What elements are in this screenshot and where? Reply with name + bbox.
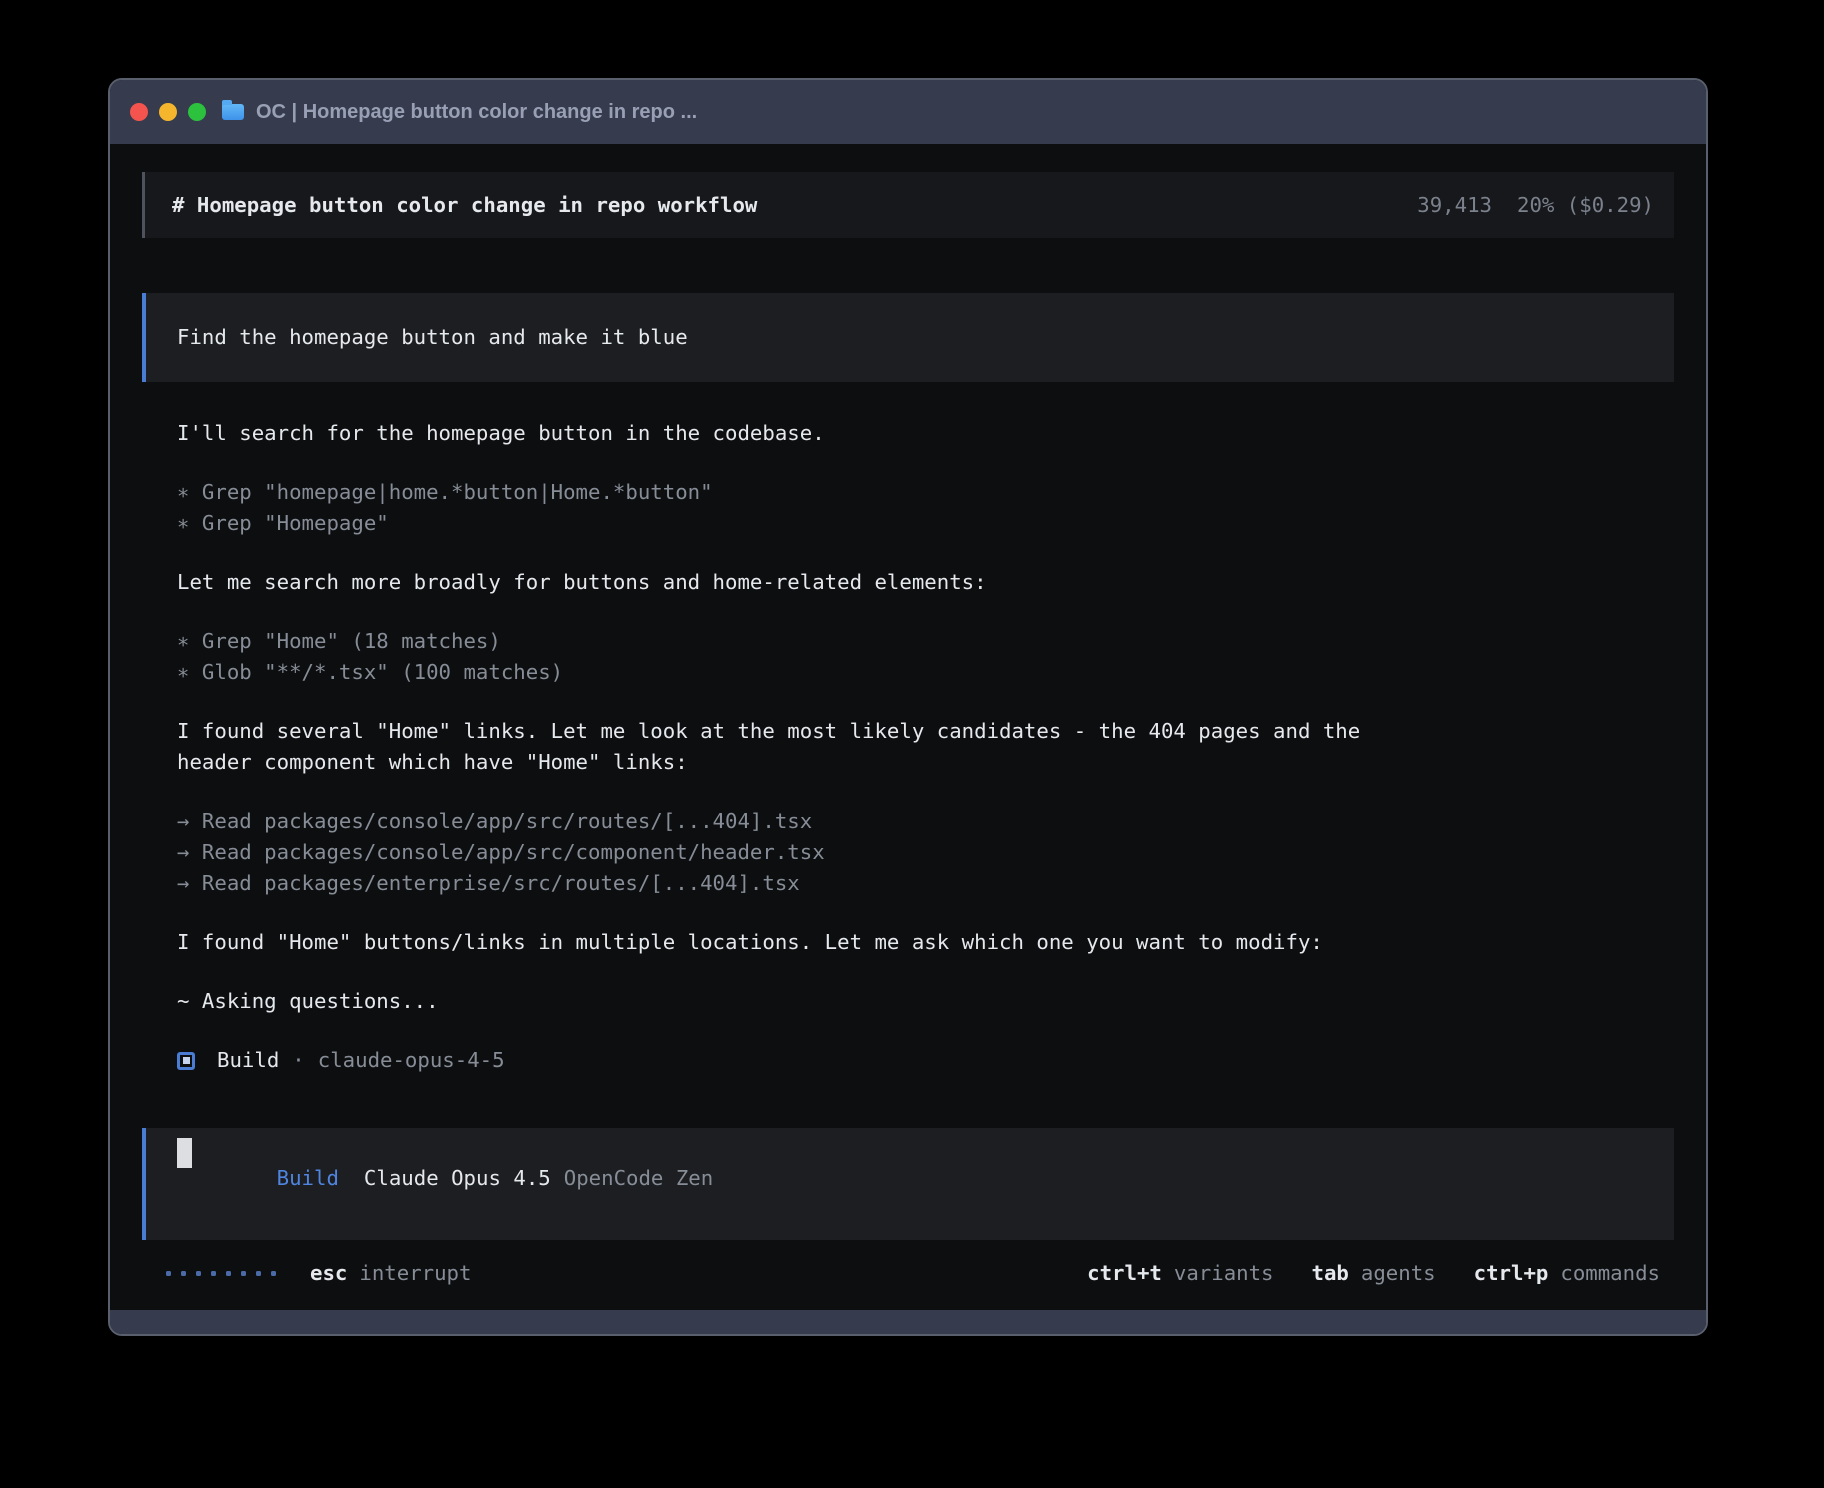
agent-model-row: Build · claude-opus-4-5 bbox=[177, 1045, 1674, 1076]
user-message-text: Find the homepage button and make it blu… bbox=[177, 322, 688, 353]
prompt-input[interactable]: Build Claude Opus 4.5 OpenCode Zen bbox=[142, 1128, 1674, 1240]
tool-call-read: → Read packages/console/app/src/componen… bbox=[177, 837, 1674, 868]
zoom-button[interactable] bbox=[188, 103, 206, 121]
input-agent-label[interactable]: Build bbox=[277, 1166, 339, 1190]
token-count: 39,413 bbox=[1417, 193, 1492, 217]
folder-icon bbox=[222, 104, 244, 120]
terminal-window: OC | Homepage button color change in rep… bbox=[108, 78, 1708, 1336]
status-bar-left: esc interrupt bbox=[166, 1258, 471, 1289]
separator-dot: · bbox=[292, 1045, 304, 1076]
shortcut-commands: ctrl+pcommands bbox=[1474, 1258, 1660, 1289]
tool-call-glob: ∗ Glob "**/*.tsx" (100 matches) bbox=[177, 657, 1674, 688]
session-stats: 39,413 20% ($0.29) bbox=[1417, 190, 1654, 221]
agent-name: Build bbox=[217, 1045, 279, 1076]
interrupt-label: interrupt bbox=[359, 1261, 471, 1285]
status-bar-right: ctrl+tvariants tabagents ctrl+pcommands bbox=[1087, 1258, 1660, 1289]
shortcut-variants: ctrl+tvariants bbox=[1087, 1258, 1273, 1289]
model-id: claude-opus-4-5 bbox=[318, 1045, 505, 1076]
tool-call-read: → Read packages/enterprise/src/routes/[.… bbox=[177, 868, 1674, 899]
interrupt-hint: esc interrupt bbox=[310, 1258, 471, 1289]
minimize-button[interactable] bbox=[159, 103, 177, 121]
session-header: # Homepage button color change in repo w… bbox=[142, 172, 1674, 238]
tool-call-grep: ∗ Grep "Home" (18 matches) bbox=[177, 626, 1674, 657]
spinner-dots bbox=[166, 1271, 276, 1276]
agent-icon bbox=[177, 1052, 195, 1070]
tool-call-read: → Read packages/console/app/src/routes/[… bbox=[177, 806, 1674, 837]
window-bottom-chrome bbox=[110, 1310, 1706, 1334]
assistant-text: header component which have "Home" links… bbox=[177, 747, 1674, 778]
user-message: Find the homepage button and make it blu… bbox=[142, 293, 1674, 382]
title-bar: OC | Homepage button color change in rep… bbox=[110, 80, 1706, 144]
input-model-label[interactable]: Claude Opus 4.5 bbox=[364, 1166, 551, 1190]
close-button[interactable] bbox=[130, 103, 148, 121]
input-status-line: Build Claude Opus 4.5 OpenCode Zen bbox=[177, 1132, 713, 1225]
traffic-lights bbox=[130, 103, 206, 121]
session-title: # Homepage button color change in repo w… bbox=[172, 190, 757, 221]
input-provider-label: OpenCode Zen bbox=[564, 1166, 713, 1190]
assistant-text: I found several "Home" links. Let me loo… bbox=[177, 716, 1674, 747]
assistant-output: I'll search for the homepage button in t… bbox=[142, 418, 1674, 1076]
shortcut-agents: tabagents bbox=[1312, 1258, 1436, 1289]
window-title: OC | Homepage button color change in rep… bbox=[256, 101, 697, 124]
status-bar: esc interrupt ctrl+tvariants tabagents ct… bbox=[142, 1258, 1674, 1289]
esc-key: esc bbox=[310, 1261, 347, 1285]
terminal-content: # Homepage button color change in repo w… bbox=[110, 144, 1706, 1310]
assistant-text: Let me search more broadly for buttons a… bbox=[177, 567, 1674, 598]
assistant-status: ~ Asking questions... bbox=[177, 986, 1674, 1017]
assistant-text: I found "Home" buttons/links in multiple… bbox=[177, 927, 1674, 958]
assistant-text: I'll search for the homepage button in t… bbox=[177, 418, 1674, 449]
tool-call-grep: ∗ Grep "homepage|home.*button|Home.*butt… bbox=[177, 477, 1674, 508]
tool-call-grep: ∗ Grep "Homepage" bbox=[177, 508, 1674, 539]
context-usage: 20% ($0.29) bbox=[1517, 193, 1654, 217]
